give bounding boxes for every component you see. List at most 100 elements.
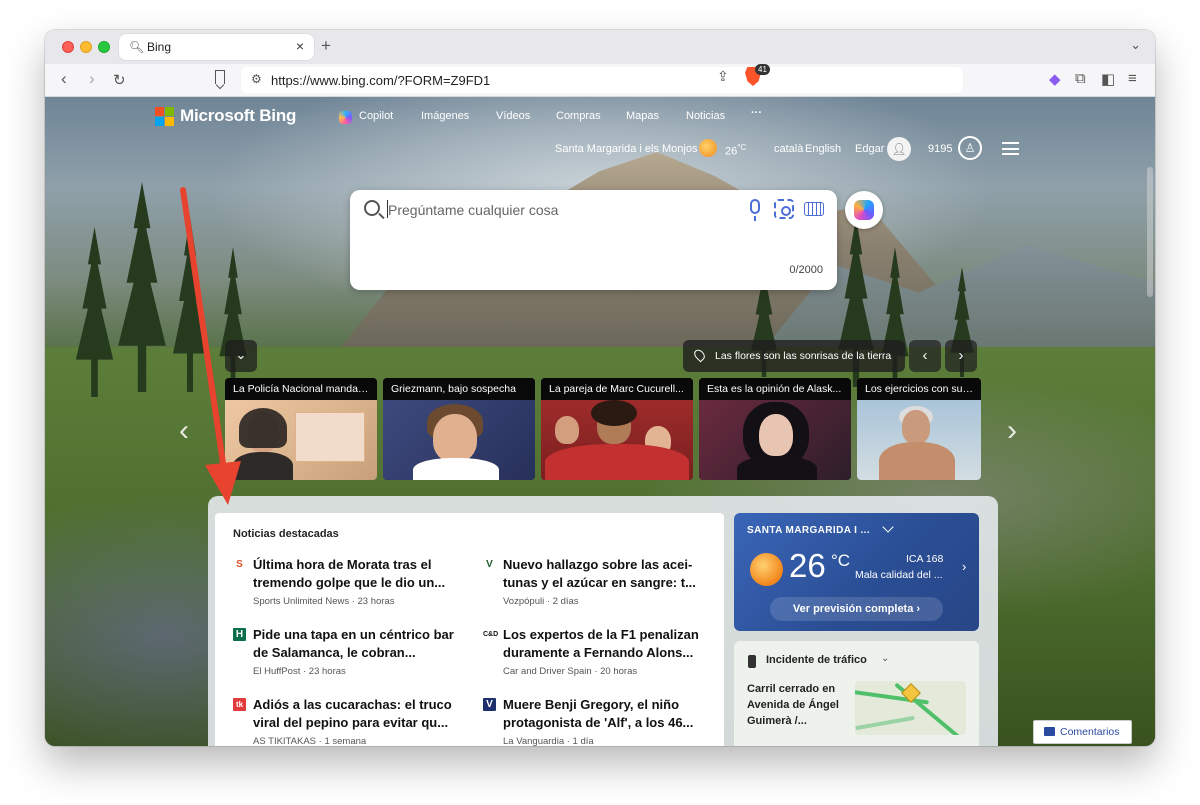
reward-points[interactable]: 9195 [928,143,952,155]
site-settings-icon[interactable]: ⚙ [251,72,262,86]
rewards-trophy-icon[interactable]: ♙ [958,136,982,160]
news-card[interactable]: La Policía Nacional manda ... [225,378,377,480]
person-body-shape [233,452,293,480]
nav-videos[interactable]: Vídeos [496,110,530,122]
comment-icon [1044,727,1055,736]
feedback-label: Comentarios [1060,726,1120,738]
news-headline[interactable]: Muere Benji Gregory, el niño protagonist… [503,696,715,732]
traffic-map[interactable] [855,681,966,735]
news-card[interactable]: Esta es la opinión de Alask... [699,378,851,480]
nav-more[interactable]: ··· [751,107,762,119]
chevron-down-icon[interactable] [882,521,894,533]
bing-homepage: Microsoft Bing Copilot Imágenes Vídeos C… [45,97,1155,746]
nav-maps[interactable]: Mapas [626,110,659,122]
nav-news[interactable]: Noticias [686,110,725,122]
weather-location[interactable]: SANTA MARGARIDA I ... [747,525,870,536]
news-headline[interactable]: Pide una tapa en un céntrico bar de Sala… [253,626,465,662]
source-logo-icon: tk [233,698,246,711]
news-headline[interactable]: Última hora de Morata tras el tremendo g… [253,556,465,592]
image-caption: Las flores son las sonrisas de la tierra [715,350,892,362]
close-window-button[interactable] [62,41,74,53]
carousel-prev-icon[interactable]: ‹ [179,414,189,448]
header-temperature-unit: °C [737,143,747,152]
traffic-description[interactable]: Carril cerrado en Avenida de Ángel Guime… [747,681,852,729]
header-temperature[interactable]: 26°C [725,143,746,158]
source-logo-icon: V [486,559,493,570]
previous-image-button[interactable]: ‹ [909,340,941,372]
bing-logo[interactable]: Microsoft Bing [155,106,296,126]
search-input[interactable]: Pregúntame cualquier cosa [388,202,558,218]
share-icon[interactable]: ⇪ [717,68,729,85]
address-toolbar: ‹ › ↻ ⚙ https://www.bing.com/?FORM=Z9FD1… [45,64,1155,97]
lang-english[interactable]: English [805,143,841,155]
news-card[interactable]: La pareja de Marc Cucurell... [541,378,693,480]
address-bar[interactable]: ⚙ https://www.bing.com/?FORM=Z9FD1 [241,67,963,93]
tab-bing[interactable]: 🔍︎ Bing × [119,34,314,60]
menu-icon[interactable]: ≡ [1128,70,1137,87]
news-headline[interactable]: Adiós a las cucarachas: el truco viral d… [253,696,465,732]
bookmark-icon[interactable] [215,70,225,84]
chevron-left-icon: ‹ [922,347,928,364]
logo-text: Microsoft Bing [180,106,297,125]
microsoft-logo-icon [155,106,174,126]
copilot-button[interactable] [845,191,883,229]
carousel-next-icon[interactable]: › [1007,414,1017,448]
location-label[interactable]: Santa Margarida i els Monjos [555,143,697,155]
chevron-down-icon[interactable]: ⌄ [881,653,889,664]
nav-shopping[interactable]: Compras [556,110,601,122]
lang-catala[interactable]: català [774,143,803,155]
zoom-window-button[interactable] [98,41,110,53]
nav-images[interactable]: Imágenes [421,110,469,122]
hamburger-menu-icon[interactable] [1002,142,1019,155]
keyboard-icon[interactable] [804,202,824,216]
visual-search-icon[interactable] [774,199,794,219]
new-tab-button[interactable]: + [321,36,331,56]
url-text[interactable]: https://www.bing.com/?FORM=Z9FD1 [271,73,490,88]
extensions-icon[interactable]: ⧉ [1075,70,1086,87]
news-source: La Vanguardia · 1 día [503,736,594,746]
forward-icon[interactable]: › [89,69,95,89]
hair-shape [591,400,637,426]
news-headline[interactable]: Nuevo hallazgo sobre las acei-tunas y el… [503,556,715,592]
news-card[interactable]: Los ejercicios con su pro [857,378,981,480]
news-headline[interactable]: Los expertos de la F1 penalizan durament… [503,626,715,662]
collapse-carousel-button[interactable]: ⌄ [225,340,257,372]
nav-copilot[interactable]: Copilot [359,110,393,122]
next-image-button[interactable]: › [945,340,977,372]
weather-card[interactable]: SANTA MARGARIDA I ... 26 °C ICA 168 Mala… [734,513,979,631]
traffic-light-icon [748,655,756,668]
source-logo-icon: S [236,559,243,570]
search-icon: 🔍︎ [129,40,145,54]
full-forecast-button[interactable]: Ver previsión completa › [770,597,943,621]
tab-bar: 🔍︎ Bing × + ⌄ [45,30,1155,64]
id-card-shape [295,412,365,462]
close-tab-icon[interactable]: × [296,38,304,54]
copilot-logo-icon [854,200,874,220]
feedback-button[interactable]: Comentarios [1033,720,1132,744]
news-card-title: La Policía Nacional manda ... [225,378,377,400]
search-icon [364,200,380,216]
logo-square [165,116,174,126]
news-card[interactable]: Griezmann, bajo sospecha [383,378,535,480]
search-box[interactable]: Pregúntame cualquier cosa 0/2000 [350,190,837,290]
tab-title: Bing [147,40,172,54]
traffic-card[interactable]: Incidente de tráfico ⌄ Carril cerrado en… [734,641,979,746]
browser-window: 🔍︎ Bing × + ⌄ ‹ › ↻ ⚙ https://www.bing.c… [45,30,1155,746]
air-quality-index: ICA 168 [906,553,944,565]
user-name[interactable]: Edgar [855,143,884,155]
microphone-icon[interactable] [750,199,760,221]
chevron-right-icon[interactable]: › [962,559,966,574]
person-shape [759,414,793,456]
weather-temperature: 26 [789,547,826,584]
brave-rewards-icon[interactable]: ◆ [1049,70,1061,88]
image-caption-button[interactable]: Las flores son las sonrisas de la tierra [683,340,905,372]
page-scrollbar[interactable] [1147,167,1153,297]
tab-list-chevron-icon[interactable]: ⌄ [1130,37,1141,53]
traffic-title[interactable]: Incidente de tráfico [766,654,867,666]
back-icon[interactable]: ‹ [61,69,67,89]
sidebar-icon[interactable]: ◧ [1101,70,1115,88]
chevron-right-icon: › [958,347,964,364]
reload-icon[interactable]: ↻ [113,71,126,89]
avatar[interactable]: 👤︎ [887,137,911,161]
minimize-window-button[interactable] [80,41,92,53]
